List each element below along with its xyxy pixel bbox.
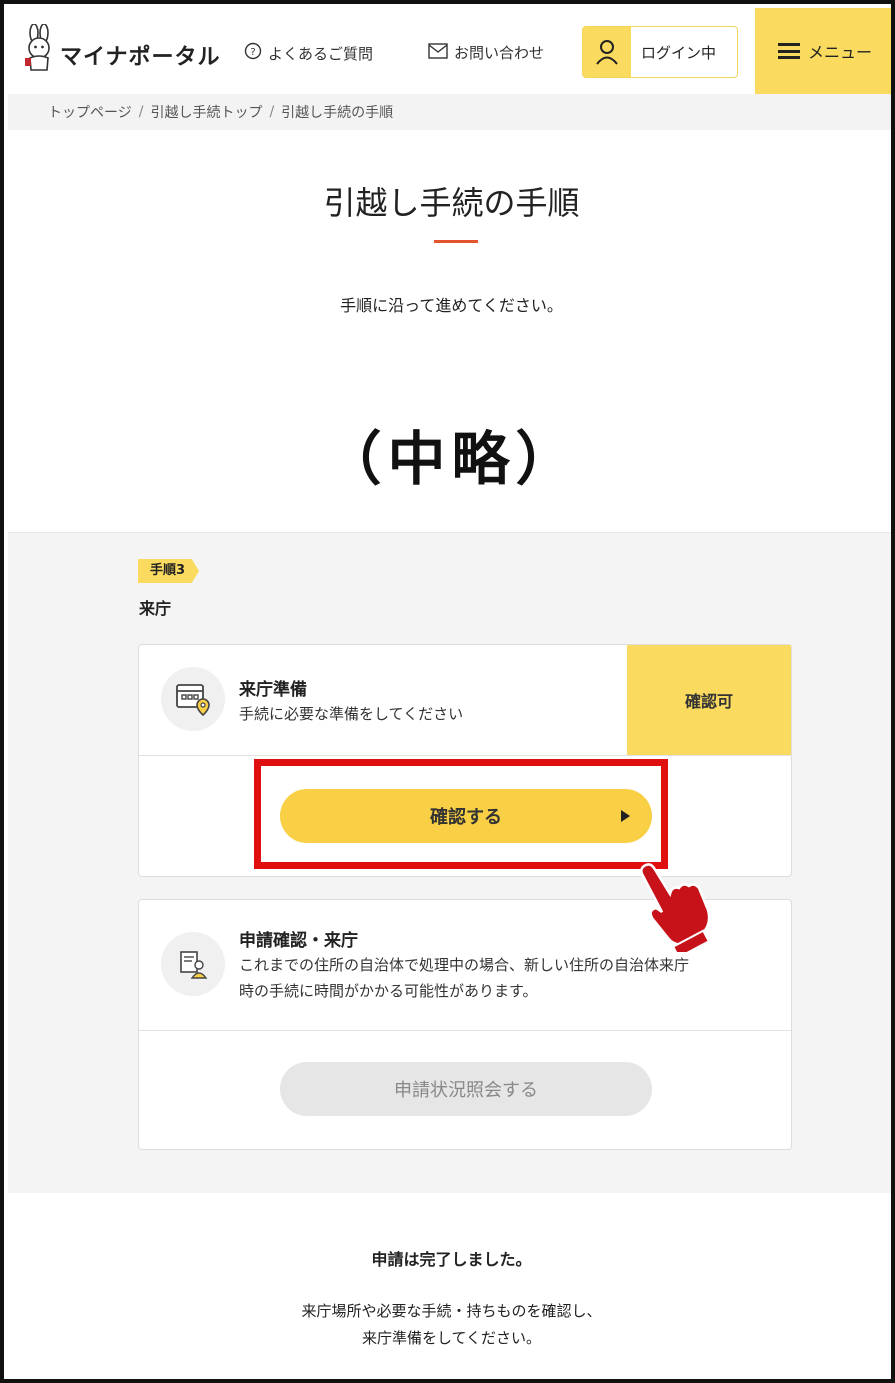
rabbit-mascot-icon [22,23,56,76]
faq-label: よくあるご質問 [268,44,374,63]
svg-text:?: ? [250,47,255,58]
screenshot-frame: マイナポータル ? よくあるご質問 お問い合わせ ログイン中 メニュー トップペ… [0,0,895,1383]
status-badge: 確認可 [627,645,791,755]
contact-link[interactable]: お問い合わせ [428,42,544,63]
step-section: 手順3 来庁 来庁準備 手続に必要な準備をしてください 確認可 確認する 申請確… [8,532,891,1193]
login-label: ログイン中 [641,43,717,62]
card-header: 来庁準備 手続に必要な準備をしてください 確認可 [139,645,791,756]
site-logo[interactable]: マイナポータル [22,23,221,76]
breadcrumb-separator: / [269,104,275,120]
page-title: 引越し手続の手順 [323,184,580,222]
preparation-card: 来庁準備 手続に必要な準備をしてください 確認可 確認する [138,644,792,877]
breadcrumb-item-moving-top[interactable]: 引越し手続トップ [150,102,262,122]
faq-link[interactable]: ? よくあるご質問 [244,42,373,64]
completion-note: 来庁場所や必要な手続・持ちものを確認し、 来庁準備をしてください。 [8,1298,891,1352]
question-circle-icon: ? [244,42,262,64]
title-underline [434,240,478,243]
card-title: 来庁準備 [239,680,307,700]
completion-message: 申請は完了しました。 [371,1250,532,1269]
menu-button[interactable]: メニュー [755,8,891,94]
login-status-button[interactable]: ログイン中 [582,26,738,78]
completion-note-line: 来庁場所や必要な手続・持ちものを確認し、 [301,1302,602,1320]
card-description: これまでの住所の自治体で処理中の場合、新しい住所の自治体来庁 時の手続に時間がか… [239,952,769,1004]
pointing-hand-icon [636,860,716,959]
hamburger-menu-icon [777,43,800,59]
card-description: 手続に必要な準備をしてください [239,705,464,723]
omitted-annotation: （中略） [323,425,580,493]
completion-note-line: 来庁準備をしてください。 [361,1329,542,1347]
breadcrumb: トップページ / 引越し手続トップ / 引越し手続の手順 [8,94,891,130]
breadcrumb-separator: / [138,104,144,120]
user-icon [583,27,631,77]
status-inquiry-button[interactable]: 申請状況照会する [280,1062,652,1116]
step-name: 来庁 [139,599,172,618]
confirm-button[interactable]: 確認する [280,789,652,843]
contact-label: お問い合わせ [454,44,545,62]
card-description-line: 時の手続に時間がかかる可能性があります。 [239,982,538,1000]
play-arrow-icon [621,810,630,822]
confirm-button-label: 確認する [430,807,502,828]
card-title: 申請確認・来庁 [239,931,358,951]
document-person-icon [161,932,225,996]
site-header: マイナポータル ? よくあるご質問 お問い合わせ ログイン中 メニュー [8,8,891,95]
calendar-location-icon [161,667,225,731]
menu-label: メニュー [807,43,872,62]
logo-text: マイナポータル [60,45,221,70]
page-lead: 手順に沿って進めてください。 [340,296,563,315]
breadcrumb-item-current: 引越し手続の手順 [281,105,394,121]
breadcrumb-item-top[interactable]: トップページ [48,102,132,122]
step-badge: 手順3 [138,559,200,583]
mail-icon [428,42,448,63]
